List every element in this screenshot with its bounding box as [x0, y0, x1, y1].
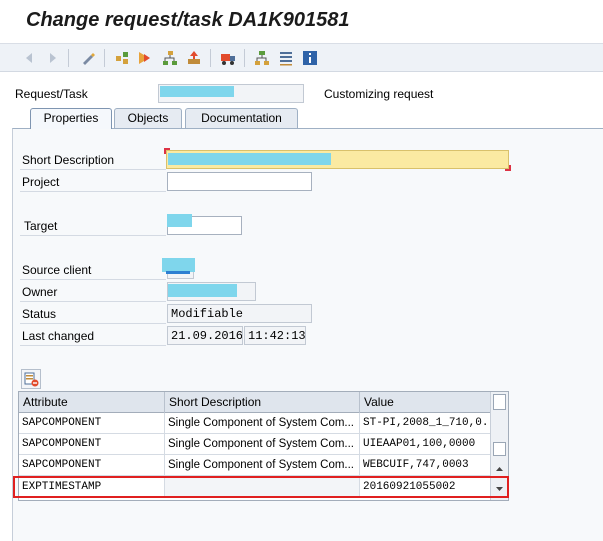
description-cell: Single Component of System Com... — [165, 413, 360, 434]
project-label: Project — [22, 175, 60, 189]
info-icon[interactable] — [300, 48, 320, 68]
value-cell: UIEAAP01,100,0000 — [360, 434, 491, 455]
highlight-box — [13, 476, 509, 498]
execute-icon[interactable] — [134, 48, 154, 68]
title-bar: Change request/task DA1K901581 — [0, 0, 603, 44]
table-row[interactable]: SAPCOMPONENT Single Component of System … — [19, 413, 491, 434]
details-button[interactable] — [21, 369, 41, 389]
org-icon[interactable] — [252, 48, 272, 68]
attribute-cell: SAPCOMPONENT — [19, 455, 165, 476]
description-cell: Single Component of System Com... — [165, 455, 360, 476]
table-details-icon — [24, 372, 39, 387]
attribute-cell: SAPCOMPONENT — [19, 434, 165, 455]
display-change-icon[interactable] — [78, 48, 98, 68]
value-cell: ST-PI,2008_1_710,0... — [360, 413, 491, 434]
owner-label: Owner — [22, 285, 58, 299]
transport-icon[interactable] — [184, 48, 204, 68]
short-description-label: Short Description — [22, 153, 115, 167]
hierarchy-icon[interactable] — [112, 48, 132, 68]
value-cell: WEBCUIF,747,0003 — [360, 455, 491, 476]
request-type-text: Customizing request — [324, 87, 434, 101]
description-cell: Single Component of System Com... — [165, 434, 360, 455]
application-toolbar — [0, 44, 603, 72]
last-changed-label: Last changed — [22, 329, 95, 343]
scroll-up-button[interactable] — [493, 394, 506, 410]
scroll-thumb[interactable] — [493, 442, 506, 456]
project-field[interactable] — [167, 172, 312, 191]
redacted-value — [162, 258, 195, 272]
tab-properties[interactable]: Properties — [30, 108, 112, 129]
forward-icon[interactable] — [42, 48, 62, 68]
redacted-value — [168, 284, 237, 297]
list-icon[interactable] — [276, 48, 296, 68]
scroll-down-arrow[interactable] — [493, 462, 506, 476]
tab-documentation[interactable]: Documentation — [185, 108, 298, 128]
tree-icon[interactable] — [160, 48, 180, 68]
back-icon[interactable] — [20, 48, 40, 68]
table-row[interactable]: SAPCOMPONENT Single Component of System … — [19, 455, 491, 476]
attribute-cell: SAPCOMPONENT — [19, 413, 165, 434]
status-field: Modifiable — [167, 304, 312, 323]
column-header-short-description[interactable]: Short Description — [165, 392, 360, 413]
last-changed-time-field: 11:42:13 — [244, 326, 306, 345]
table-row[interactable]: SAPCOMPONENT Single Component of System … — [19, 434, 491, 455]
truck-icon[interactable] — [218, 48, 238, 68]
redacted-value — [160, 86, 234, 97]
triangle-up-icon — [496, 467, 503, 471]
last-changed-date-field: 21.09.2016 — [167, 326, 243, 345]
redacted-value — [167, 214, 192, 227]
page-title: Change request/task DA1K901581 — [26, 9, 350, 31]
target-label: Target — [24, 219, 58, 233]
redacted-value — [168, 153, 331, 165]
table-header: Attribute Short Description Value — [19, 392, 491, 413]
status-label: Status — [22, 307, 57, 321]
column-header-value[interactable]: Value — [360, 392, 491, 413]
tab-objects[interactable]: Objects — [114, 108, 182, 128]
source-client-label: Source client — [22, 263, 92, 277]
request-task-label: Request/Task — [15, 87, 88, 101]
column-header-attribute[interactable]: Attribute — [19, 392, 165, 413]
